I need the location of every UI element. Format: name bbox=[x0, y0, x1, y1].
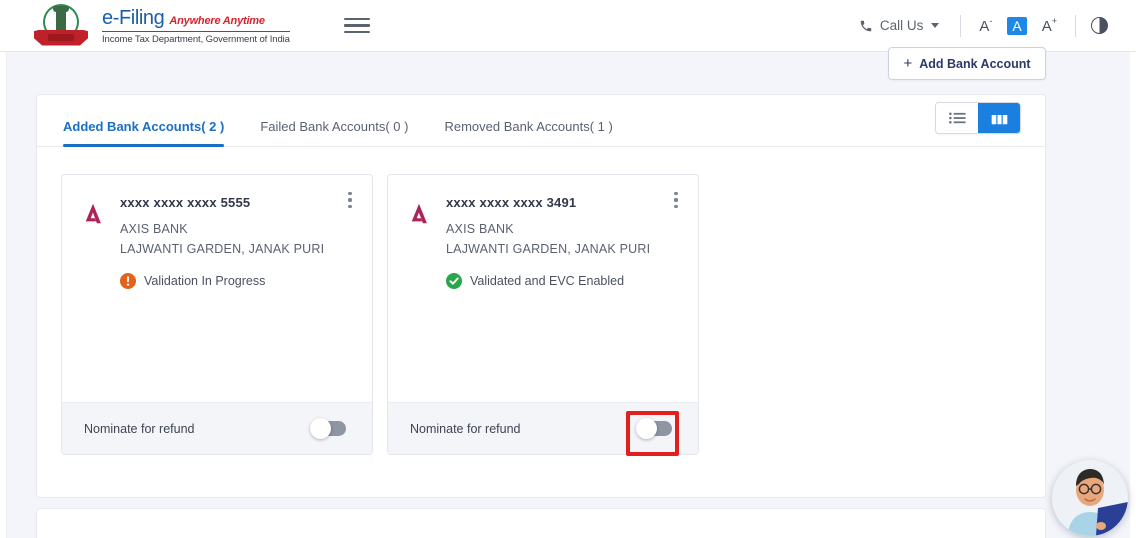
nominate-for-refund-label: Nominate for refund bbox=[410, 422, 520, 436]
call-us-button[interactable]: Call Us bbox=[853, 18, 946, 33]
axis-bank-logo-icon bbox=[406, 201, 432, 227]
phone-icon bbox=[859, 19, 873, 33]
brand-logo[interactable]: e-Filing Anywhere Anytime Income Tax Dep… bbox=[102, 7, 290, 45]
tab-added-bank-accounts[interactable]: Added Bank Accounts( 2 ) bbox=[63, 119, 242, 146]
font-decrease-button[interactable]: A- bbox=[976, 17, 995, 35]
branch-name: LAJWANTI GARDEN, JANAK PURI bbox=[120, 239, 356, 259]
header-divider-2 bbox=[1075, 15, 1076, 37]
grid-view-button[interactable] bbox=[978, 103, 1020, 133]
toggle-knob bbox=[636, 418, 657, 439]
hamburger-menu-icon[interactable] bbox=[344, 15, 370, 37]
header-right-group: Call Us A- A A+ bbox=[853, 15, 1136, 37]
card-body: xxxx xxxx xxxx 3491 AXIS BANK LAJWANTI G… bbox=[388, 175, 698, 402]
font-size-controls: A- A A+ bbox=[976, 17, 1060, 35]
contrast-toggle-icon[interactable] bbox=[1091, 17, 1108, 34]
card-info: xxxx xxxx xxxx 3491 AXIS BANK LAJWANTI G… bbox=[446, 195, 682, 402]
card-overflow-menu-icon[interactable] bbox=[341, 189, 359, 211]
font-normal-button[interactable]: A bbox=[1007, 17, 1026, 35]
app-screen: e-Filing Anywhere Anytime Income Tax Dep… bbox=[0, 0, 1136, 538]
bank-name: AXIS BANK bbox=[446, 219, 682, 239]
header-left-group: e-Filing Anywhere Anytime Income Tax Dep… bbox=[0, 3, 370, 49]
account-number: xxxx xxxx xxxx 5555 bbox=[120, 195, 356, 210]
brand-name: e-Filing bbox=[102, 7, 164, 30]
view-mode-toggle bbox=[935, 102, 1021, 134]
header-divider-1 bbox=[960, 15, 961, 37]
nominate-for-refund-toggle[interactable] bbox=[312, 421, 346, 436]
status-row: Validation In Progress bbox=[120, 273, 356, 289]
validated-check-icon bbox=[446, 273, 462, 289]
brand-tagline: Anywhere Anytime bbox=[169, 15, 264, 27]
secondary-panel-partial bbox=[36, 508, 1046, 538]
nominate-for-refund-toggle[interactable] bbox=[638, 421, 672, 436]
call-us-label: Call Us bbox=[880, 18, 924, 33]
list-view-icon bbox=[949, 112, 966, 124]
nominate-for-refund-label: Nominate for refund bbox=[84, 422, 194, 436]
list-view-button[interactable] bbox=[936, 103, 978, 133]
add-bank-account-label: Add Bank Account bbox=[919, 57, 1030, 71]
bank-account-card[interactable]: xxxx xxxx xxxx 3491 AXIS BANK LAJWANTI G… bbox=[387, 174, 699, 455]
india-emblem-icon bbox=[34, 3, 88, 49]
tabs-bar: Added Bank Accounts( 2 ) Failed Bank Acc… bbox=[37, 95, 1045, 147]
grid-view-icon bbox=[991, 112, 1008, 125]
plus-icon: + bbox=[903, 56, 912, 71]
card-footer: Nominate for refund bbox=[62, 402, 372, 454]
tab-failed-bank-accounts[interactable]: Failed Bank Accounts( 0 ) bbox=[242, 119, 426, 146]
bank-cards-container: xxxx xxxx xxxx 5555 AXIS BANK LAJWANTI G… bbox=[37, 147, 1045, 455]
bank-accounts-panel: Added Bank Accounts( 2 ) Failed Bank Acc… bbox=[36, 94, 1046, 498]
bank-name: AXIS BANK bbox=[120, 219, 356, 239]
status-text: Validation In Progress bbox=[144, 274, 265, 288]
font-increase-button[interactable]: A+ bbox=[1039, 17, 1060, 35]
brand-subtitle: Income Tax Department, Government of Ind… bbox=[102, 33, 290, 45]
card-footer: Nominate for refund bbox=[388, 402, 698, 454]
card-overflow-menu-icon[interactable] bbox=[667, 189, 685, 211]
page-left-edge bbox=[0, 52, 7, 538]
account-number: xxxx xxxx xxxx 3491 bbox=[446, 195, 682, 210]
toggle-knob bbox=[310, 418, 331, 439]
site-header: e-Filing Anywhere Anytime Income Tax Dep… bbox=[0, 0, 1136, 52]
bank-account-card[interactable]: xxxx xxxx xxxx 5555 AXIS BANK LAJWANTI G… bbox=[61, 174, 373, 455]
brand-primary-line: e-Filing Anywhere Anytime bbox=[102, 7, 290, 32]
card-body: xxxx xxxx xxxx 5555 AXIS BANK LAJWANTI G… bbox=[62, 175, 372, 402]
branch-name: LAJWANTI GARDEN, JANAK PURI bbox=[446, 239, 682, 259]
chevron-down-icon bbox=[931, 23, 939, 28]
add-bank-account-button[interactable]: + Add Bank Account bbox=[888, 47, 1046, 80]
status-row: Validated and EVC Enabled bbox=[446, 273, 682, 289]
page-right-edge bbox=[1130, 52, 1136, 538]
axis-bank-logo-icon bbox=[80, 201, 106, 227]
validation-pending-icon bbox=[120, 273, 136, 289]
chatbot-avatar-image bbox=[1052, 460, 1128, 536]
status-text: Validated and EVC Enabled bbox=[470, 274, 624, 288]
tab-removed-bank-accounts[interactable]: Removed Bank Accounts( 1 ) bbox=[426, 119, 630, 146]
card-info: xxxx xxxx xxxx 5555 AXIS BANK LAJWANTI G… bbox=[120, 195, 356, 402]
chatbot-avatar[interactable] bbox=[1052, 460, 1128, 536]
